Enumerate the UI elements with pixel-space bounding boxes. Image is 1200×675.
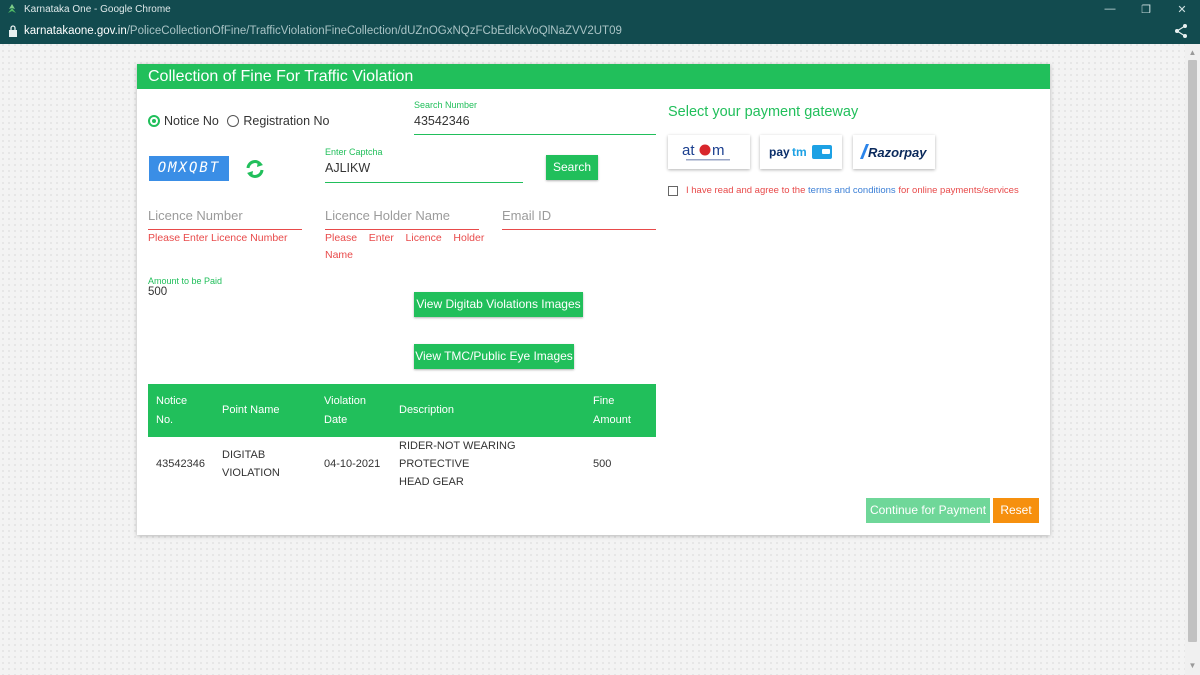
window-controls: — ❐ ✕	[1092, 0, 1200, 18]
table-row: 43542346 DIGITAB VIOLATION 04-10-2021 RID…	[148, 437, 656, 491]
licence-number-placeholder: Licence Number	[148, 208, 243, 223]
header-description: Description	[391, 384, 585, 437]
view-digitab-images-button[interactable]: View Digitab Violations Images	[414, 292, 583, 317]
atom-logo-icon: at m	[682, 142, 730, 161]
captcha-label: Enter Captcha	[325, 147, 383, 157]
radio-selected-icon[interactable]	[148, 115, 160, 127]
card-title: Collection of Fine For Traffic Violation	[137, 64, 1050, 89]
cell-point-name: DIGITAB VIOLATION	[222, 449, 280, 479]
cell-violation-date: 04-10-2021	[324, 458, 381, 470]
minimize-button[interactable]: —	[1092, 0, 1128, 18]
view-tmc-images-button[interactable]: View TMC/Public Eye Images	[414, 344, 574, 369]
gateway-paytm[interactable]: pay tm	[760, 135, 842, 169]
svg-text:tm: tm	[792, 145, 807, 159]
terms-checkbox[interactable]	[668, 185, 678, 196]
svg-text:Razorpay: Razorpay	[868, 145, 927, 160]
cell-description: RIDER-NOT WEARING PROTECTIVE HEAD GEAR	[399, 440, 516, 488]
radio-label-registration-no: Registration No	[243, 114, 330, 128]
amount-label: Amount to be Paid	[148, 276, 223, 286]
gateway-title: Select your payment gateway	[668, 104, 859, 120]
email-field[interactable]: Email ID	[502, 208, 656, 230]
cell-fine-amount: 500	[593, 458, 612, 470]
lock-icon	[9, 25, 17, 37]
url-host: karnatakaone.gov.in	[24, 25, 127, 37]
search-number-field[interactable]: Search Number 43542346	[414, 100, 656, 135]
terms-link[interactable]: terms and conditions	[808, 185, 896, 196]
licence-holder-error-line1: Please Enter Licence Holder	[325, 232, 485, 244]
fine-collection-card: Collection of Fine For Traffic Violation…	[137, 64, 1050, 535]
radio-notice-no[interactable]: Notice No	[148, 114, 219, 128]
svg-text:at: at	[682, 142, 695, 159]
captcha-field[interactable]: Enter Captcha AJLIKW	[325, 147, 523, 183]
licence-holder-field[interactable]: Licence Holder Name	[325, 208, 479, 230]
search-number-label: Search Number	[414, 100, 478, 110]
amount-value: 500	[148, 286, 168, 298]
licence-holder-error-line2: Name	[325, 249, 354, 261]
licence-number-error: Please Enter Licence Number	[148, 232, 288, 244]
radio-registration-no[interactable]: Registration No	[227, 114, 330, 128]
header-notice-no: Notice No.	[148, 384, 214, 437]
url-path: /PoliceCollectionOfFine/TrafficViolation…	[126, 25, 622, 37]
header-fine-amount: Fine Amount	[585, 384, 656, 437]
gateway-atom[interactable]: at m	[668, 135, 750, 169]
captcha-input-value[interactable]: AJLIKW	[325, 161, 523, 175]
browser-titlebar: Karnataka One - Google Chrome — ❐ ✕	[0, 0, 1200, 18]
cell-notice-no: 43542346	[156, 458, 205, 470]
violations-table: Notice No. Point Name Violation Date Descr…	[148, 384, 656, 491]
scroll-down-arrow-icon[interactable]: ▼	[1188, 661, 1197, 671]
scroll-up-arrow-icon[interactable]: ▲	[1188, 48, 1197, 58]
radio-label-notice-no: Notice No	[164, 114, 219, 128]
terms-prefix: I have read and agree to the	[686, 185, 809, 196]
gateway-razorpay[interactable]: Razorpay	[853, 135, 935, 169]
page-scrollbar[interactable]: ▲ ▼	[1185, 44, 1200, 675]
licence-holder-placeholder: Licence Holder Name	[325, 208, 451, 223]
header-violation-date: Violation Date	[316, 384, 391, 437]
address-bar[interactable]: karnatakaone.gov.in/PoliceCollectionOfFi…	[0, 18, 1200, 44]
captcha-image: OMXQBT	[149, 156, 229, 181]
close-button[interactable]: ✕	[1164, 0, 1200, 18]
karnataka-one-logo-icon	[8, 4, 16, 13]
licence-number-field[interactable]: Licence Number	[148, 208, 302, 230]
terms-agreement: I have read and agree to the terms and c…	[668, 185, 1019, 196]
svg-text:pay: pay	[769, 145, 790, 159]
radio-unselected-icon[interactable]	[227, 115, 240, 127]
search-number-value[interactable]: 43542346	[414, 114, 656, 128]
window-title: Karnataka One - Google Chrome	[24, 3, 171, 15]
continue-payment-button[interactable]: Continue for Payment	[866, 498, 990, 523]
terms-suffix: for online payments/services	[895, 185, 1019, 196]
svg-text:m: m	[712, 142, 725, 159]
refresh-captcha-icon[interactable]	[244, 158, 266, 180]
table-header-row: Notice No. Point Name Violation Date Descr…	[148, 384, 656, 437]
search-type-radio-group: Notice No Registration No	[148, 114, 330, 132]
header-point-name: Point Name	[214, 384, 316, 437]
share-icon[interactable]	[1174, 23, 1188, 39]
email-placeholder: Email ID	[502, 208, 552, 223]
search-button[interactable]: Search	[546, 155, 598, 180]
reset-button[interactable]: Reset	[993, 498, 1039, 523]
paytm-logo-icon: pay tm	[769, 145, 832, 159]
razorpay-logo-icon: Razorpay	[860, 144, 927, 160]
scrollbar-thumb[interactable]	[1188, 60, 1197, 642]
restore-button[interactable]: ❐	[1128, 0, 1164, 18]
